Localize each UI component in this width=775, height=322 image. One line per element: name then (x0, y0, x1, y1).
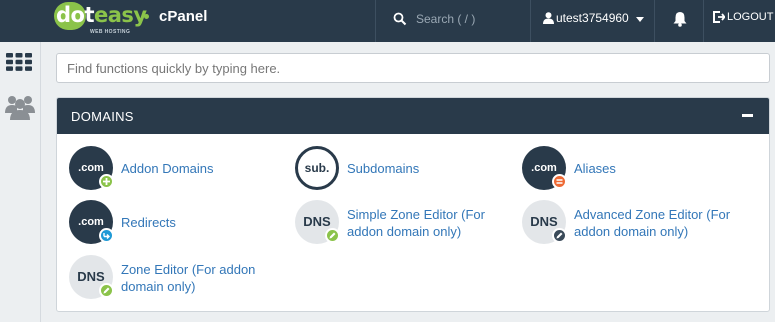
item-label[interactable]: Aliases (574, 160, 734, 177)
logo-part-a: dot (56, 3, 95, 27)
notifications-button[interactable] (654, 0, 704, 42)
item-label[interactable]: Subdomains (347, 160, 507, 177)
item-subdomains[interactable]: sub. Subdomains (295, 146, 495, 190)
item-label[interactable]: Advanced Zone Editor (For addon domain o… (574, 206, 739, 240)
left-rail (0, 42, 41, 322)
item-advanced-zone-editor[interactable]: DNS Advanced Zone Editor (For addon doma… (522, 200, 742, 244)
item-aliases[interactable]: .com Aliases (522, 146, 722, 190)
chevron-down-icon[interactable] (636, 17, 644, 22)
panel-title: DOMAINS (71, 109, 134, 124)
domains-panel: DOMAINS .com Addon Domains sub. Subdomai… (56, 97, 770, 312)
quick-find-input[interactable]: Find functions quickly by typing here. (56, 53, 770, 83)
pencil-badge-icon (99, 283, 114, 298)
separator-dot (144, 14, 149, 19)
item-simple-zone-editor[interactable]: DNS Simple Zone Editor (For addon domain… (295, 200, 495, 244)
item-label[interactable]: Redirects (121, 214, 281, 231)
collapse-icon[interactable] (742, 114, 753, 117)
item-label[interactable]: Simple Zone Editor (For addon domain onl… (347, 206, 497, 240)
item-zone-editor[interactable]: DNS Zone Editor (For addon domain only) (69, 255, 269, 299)
equals-badge-icon (552, 174, 567, 189)
grid-icon[interactable] (6, 53, 32, 71)
subdomains-icon: sub. (295, 146, 339, 190)
pencil-badge-icon (552, 228, 567, 243)
redirect-badge-icon (99, 228, 114, 243)
dotesy-logo[interactable]: doteasy WEB HOSTING (54, 2, 147, 36)
username-menu[interactable]: utest3754960 (556, 11, 629, 25)
bell-icon (673, 12, 687, 27)
item-addon-domains[interactable]: .com Addon Domains (69, 146, 269, 190)
logo-part-b: easy (94, 3, 147, 27)
plus-badge-icon (99, 174, 114, 189)
item-label[interactable]: Addon Domains (121, 160, 281, 177)
brand-title[interactable]: cPanel (159, 8, 207, 25)
users-icon[interactable] (5, 93, 35, 121)
item-redirects[interactable]: .com Redirects (69, 200, 269, 244)
logo-wordmark: doteasy (56, 3, 147, 27)
search-icon (393, 12, 407, 26)
pencil-badge-icon (325, 228, 340, 243)
top-search[interactable]: Search ( / ) (375, 0, 531, 42)
panel-header[interactable]: DOMAINS (57, 98, 769, 134)
logo-subtitle: WEB HOSTING (90, 29, 131, 35)
user-icon (543, 12, 554, 24)
search-input[interactable]: Search ( / ) (416, 12, 475, 26)
item-label[interactable]: Zone Editor (For addon domain only) (121, 261, 271, 295)
logout-icon (713, 11, 725, 23)
logout-button[interactable]: LOGOUT (727, 11, 773, 23)
top-bar: doteasy WEB HOSTING cPanel Search ( / ) … (0, 0, 775, 42)
